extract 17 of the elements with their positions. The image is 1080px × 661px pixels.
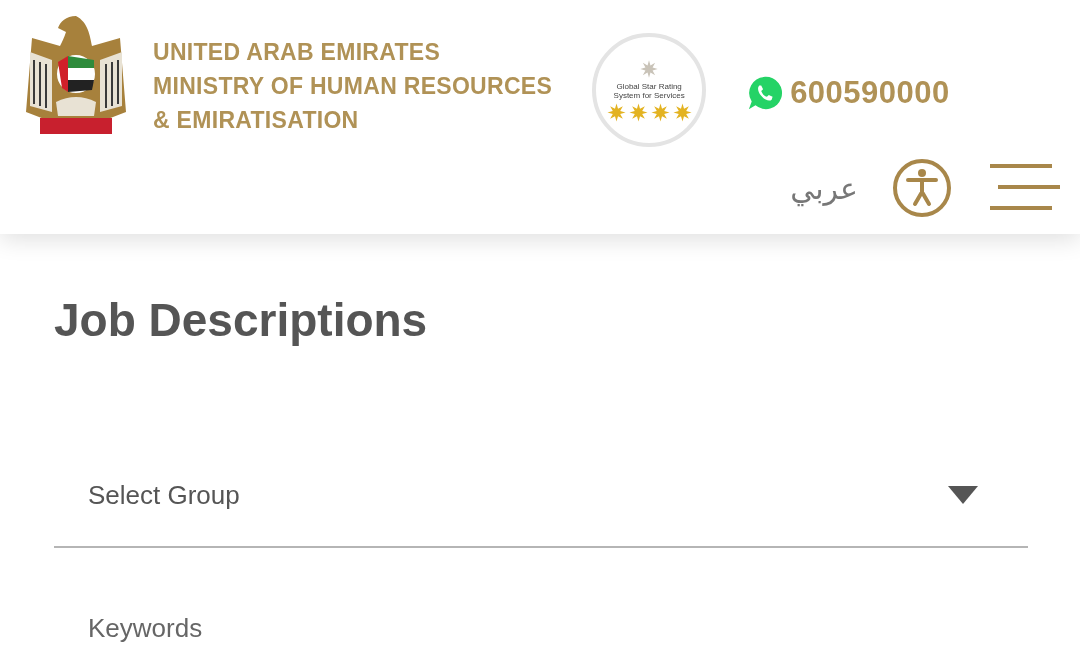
keywords-field[interactable]: Keywords — [54, 588, 1028, 661]
star-icon — [650, 102, 670, 122]
ministry-name-line: UNITED ARAB EMIRATES — [153, 38, 442, 66]
whatsapp-icon[interactable] — [746, 74, 785, 112]
badge-caption: Global Star Rating System for Services — [612, 81, 686, 100]
phone-number[interactable]: 600590000 — [790, 75, 950, 111]
group-select[interactable]: Select Group — [54, 448, 1028, 548]
star-icon — [628, 102, 648, 122]
star-icon — [606, 102, 626, 122]
accessibility-icon[interactable] — [892, 158, 952, 218]
menu-icon[interactable] — [990, 163, 1060, 213]
caret-icon — [948, 486, 978, 504]
language-link[interactable]: عربي — [790, 170, 858, 206]
star-icon — [672, 102, 692, 122]
page-title: Job Descriptions — [54, 293, 429, 348]
ministry-name-line: MINISTRY OF HUMAN RESOURCES — [153, 72, 553, 100]
ministry-name-line: & EMIRATISATION — [153, 106, 360, 134]
